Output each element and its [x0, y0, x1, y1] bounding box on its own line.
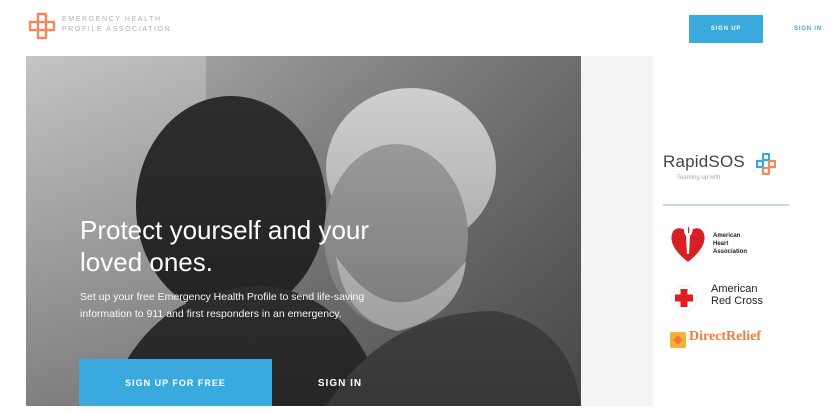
logo-text-line1: EMERGENCY HEALTH [62, 16, 162, 23]
redcross-text: American Red Cross [711, 283, 763, 307]
hero-subtitle: Set up your free Emergency Health Profil… [80, 291, 365, 320]
signin-link[interactable]: SIGN IN [782, 15, 834, 43]
red-cross-icon [671, 285, 697, 311]
rapidsos-name: RapidSOS [663, 152, 745, 171]
rapidsos-divider [663, 204, 789, 206]
hero-signin-link[interactable]: SIGN IN [284, 359, 396, 406]
redcross-line2: Red Cross [711, 295, 763, 307]
hero-side-strip [581, 56, 653, 406]
emergency-health-profile-logo-icon[interactable] [26, 10, 58, 42]
aha-line2: Heart [713, 241, 729, 247]
aha-line1: American [713, 233, 741, 239]
aha-line3: Association [713, 249, 748, 255]
signup-button[interactable]: SIGN UP [689, 15, 763, 43]
hero-title: Protect yourself and your loved ones. [80, 215, 370, 277]
signup-for-free-button[interactable]: SIGN UP FOR FREE [79, 359, 272, 406]
redcross-line1: American [711, 283, 758, 295]
aha-text: American Heart Association [713, 232, 747, 256]
top-header: EMERGENCY HEALTH PROFILE ASSOCIATION SIG… [0, 0, 840, 56]
logo-text: EMERGENCY HEALTH PROFILE ASSOCIATION [62, 15, 171, 35]
direct-relief-logo: DirectRelief [669, 329, 799, 353]
rapidsos-mark-icon [756, 153, 776, 175]
logo-text-line2: PROFILE ASSOCIATION [62, 26, 172, 33]
heart-torch-icon [671, 221, 705, 262]
american-heart-association-logo: American Heart Association [669, 220, 789, 266]
hero-banner: Protect yourself and your loved ones. Se… [26, 56, 581, 406]
direct-relief-name: DirectRelief [689, 329, 762, 344]
rapidsos-logo: RapidSOS Teaming up with [663, 152, 803, 181]
american-red-cross-logo: American Red Cross [671, 283, 801, 313]
partner-logos: RapidSOS Teaming up with American Heart … [655, 140, 815, 370]
direct-relief-icon [670, 332, 686, 348]
rapidsos-tagline: Teaming up with [677, 175, 721, 181]
